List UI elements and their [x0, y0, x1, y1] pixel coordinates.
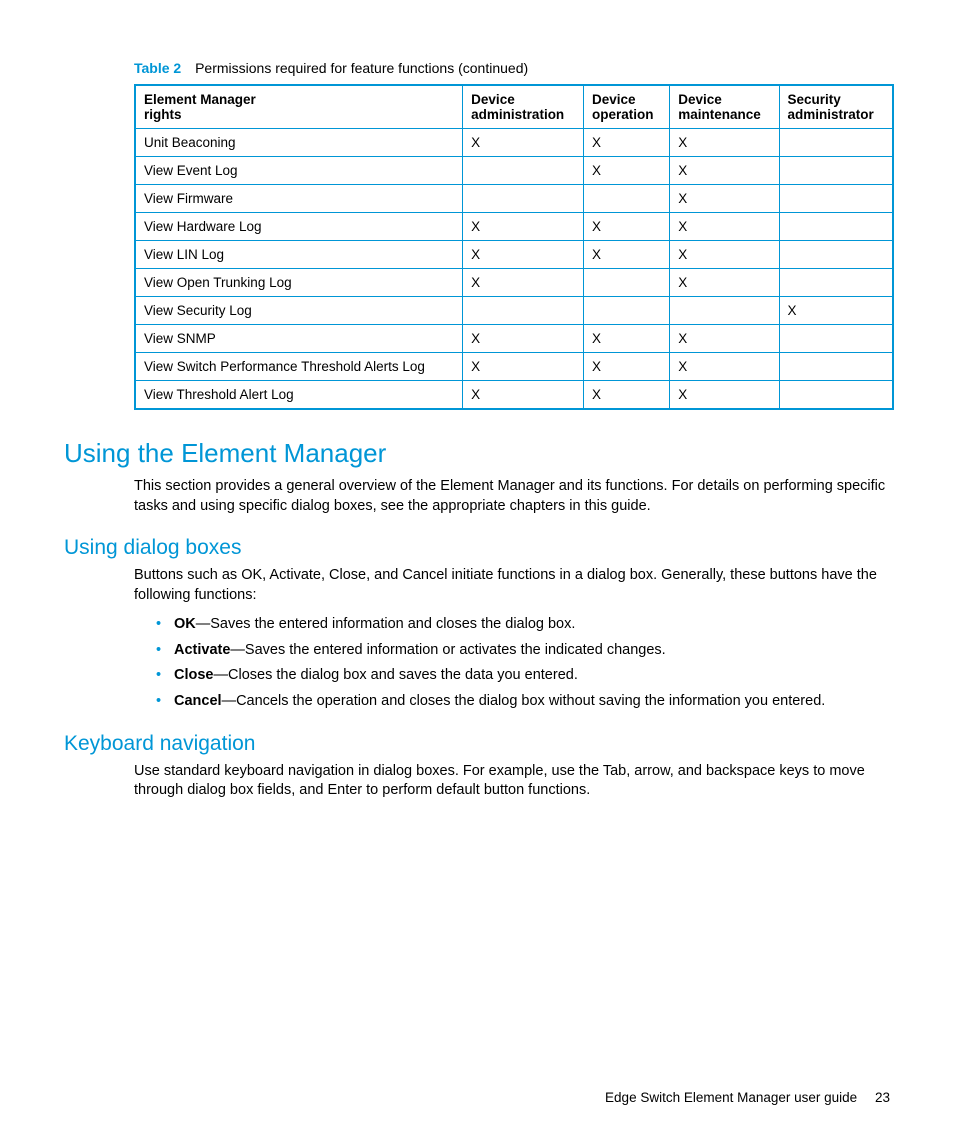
- table-cell: X: [583, 325, 669, 353]
- list-item-desc: —Saves the entered information or activa…: [230, 642, 665, 658]
- table-cell: [670, 297, 779, 325]
- table-cell: [779, 157, 893, 185]
- table-cell: [583, 185, 669, 213]
- table-cell: X: [463, 129, 584, 157]
- column-header: Deviceadministration: [463, 85, 584, 129]
- row-name-cell: View Switch Performance Threshold Alerts…: [135, 353, 463, 381]
- table-row: View LIN LogXXX: [135, 241, 893, 269]
- list-item-term: OK: [174, 616, 196, 632]
- body-text: Buttons such as OK, Activate, Close, and…: [134, 566, 890, 605]
- table-cell: X: [670, 381, 779, 410]
- table-row: View Open Trunking LogXX: [135, 269, 893, 297]
- table-row: View Security Log X: [135, 297, 893, 325]
- page-number: 23: [875, 1090, 890, 1105]
- bullet-list: OK—Saves the entered information and clo…: [156, 615, 890, 711]
- list-item-desc: —Closes the dialog box and saves the dat…: [214, 667, 578, 683]
- table-cell: X: [583, 241, 669, 269]
- table-cell: X: [463, 269, 584, 297]
- table-cell: X: [670, 353, 779, 381]
- table-cell: [779, 213, 893, 241]
- table-cell: X: [670, 129, 779, 157]
- row-name-cell: View Event Log: [135, 157, 463, 185]
- table-cell: X: [583, 129, 669, 157]
- table-cell: X: [463, 241, 584, 269]
- table-cell: X: [463, 353, 584, 381]
- table-cell: X: [670, 185, 779, 213]
- body-text: This section provides a general overview…: [134, 477, 890, 516]
- table-row: View Firmware X: [135, 185, 893, 213]
- table-cell: X: [670, 213, 779, 241]
- table-cell: X: [583, 213, 669, 241]
- table-label: Table 2: [134, 60, 181, 76]
- list-item-desc: —Saves the entered information and close…: [196, 616, 576, 632]
- table-cell: X: [583, 353, 669, 381]
- table-cell: [583, 269, 669, 297]
- row-name-cell: View Open Trunking Log: [135, 269, 463, 297]
- column-header: Devicemaintenance: [670, 85, 779, 129]
- table-cell: [779, 185, 893, 213]
- table-row: View Hardware LogXXX: [135, 213, 893, 241]
- table-cell: [463, 297, 584, 325]
- table-cell: X: [670, 269, 779, 297]
- list-item: Activate—Saves the entered information o…: [156, 641, 890, 661]
- table-row: View Switch Performance Threshold Alerts…: [135, 353, 893, 381]
- page: Table 2 Permissions required for feature…: [0, 0, 954, 1145]
- table-cell: X: [670, 325, 779, 353]
- list-item: OK—Saves the entered information and clo…: [156, 615, 890, 635]
- column-header: Securityadministrator: [779, 85, 893, 129]
- body-text: Use standard keyboard navigation in dial…: [134, 762, 890, 801]
- table-cell: X: [463, 325, 584, 353]
- row-name-cell: Unit Beaconing: [135, 129, 463, 157]
- table-cell: [779, 381, 893, 410]
- section-heading: Using the Element Manager: [64, 438, 890, 469]
- list-item-term: Cancel: [174, 693, 222, 709]
- table-cell: X: [583, 381, 669, 410]
- subsection-heading: Keyboard navigation: [64, 732, 890, 756]
- table-caption: Table 2 Permissions required for feature…: [134, 60, 890, 76]
- list-item-term: Activate: [174, 642, 230, 658]
- table-cell: X: [670, 157, 779, 185]
- table-header-row: Element ManagerrightsDeviceadministratio…: [135, 85, 893, 129]
- column-header: Element Managerrights: [135, 85, 463, 129]
- table-cell: [463, 185, 584, 213]
- list-item-term: Close: [174, 667, 214, 683]
- table-cell: [779, 353, 893, 381]
- row-name-cell: View Security Log: [135, 297, 463, 325]
- table-cell: X: [463, 381, 584, 410]
- table-row: Unit BeaconingXXX: [135, 129, 893, 157]
- row-name-cell: View Threshold Alert Log: [135, 381, 463, 410]
- row-name-cell: View Hardware Log: [135, 213, 463, 241]
- row-name-cell: View SNMP: [135, 325, 463, 353]
- table-row: View Threshold Alert LogXXX: [135, 381, 893, 410]
- table-caption-text: Permissions required for feature functio…: [195, 60, 528, 76]
- column-header: Deviceoperation: [583, 85, 669, 129]
- list-item: Cancel—Cancels the operation and closes …: [156, 692, 890, 712]
- table-cell: X: [463, 213, 584, 241]
- table-cell: [779, 241, 893, 269]
- list-item: Close—Closes the dialog box and saves th…: [156, 666, 890, 686]
- list-item-desc: —Cancels the operation and closes the di…: [222, 693, 826, 709]
- permissions-table: Element ManagerrightsDeviceadministratio…: [134, 84, 894, 410]
- table-cell: X: [670, 241, 779, 269]
- subsection-heading: Using dialog boxes: [64, 536, 890, 560]
- table-cell: [779, 325, 893, 353]
- page-footer: Edge Switch Element Manager user guide 2…: [605, 1090, 890, 1105]
- table-cell: [779, 129, 893, 157]
- table-row: View Event Log XX: [135, 157, 893, 185]
- footer-text: Edge Switch Element Manager user guide: [605, 1090, 857, 1105]
- table-cell: [463, 157, 584, 185]
- table-cell: [583, 297, 669, 325]
- row-name-cell: View LIN Log: [135, 241, 463, 269]
- row-name-cell: View Firmware: [135, 185, 463, 213]
- table-row: View SNMPXXX: [135, 325, 893, 353]
- table-cell: X: [779, 297, 893, 325]
- table-cell: X: [583, 157, 669, 185]
- table-cell: [779, 269, 893, 297]
